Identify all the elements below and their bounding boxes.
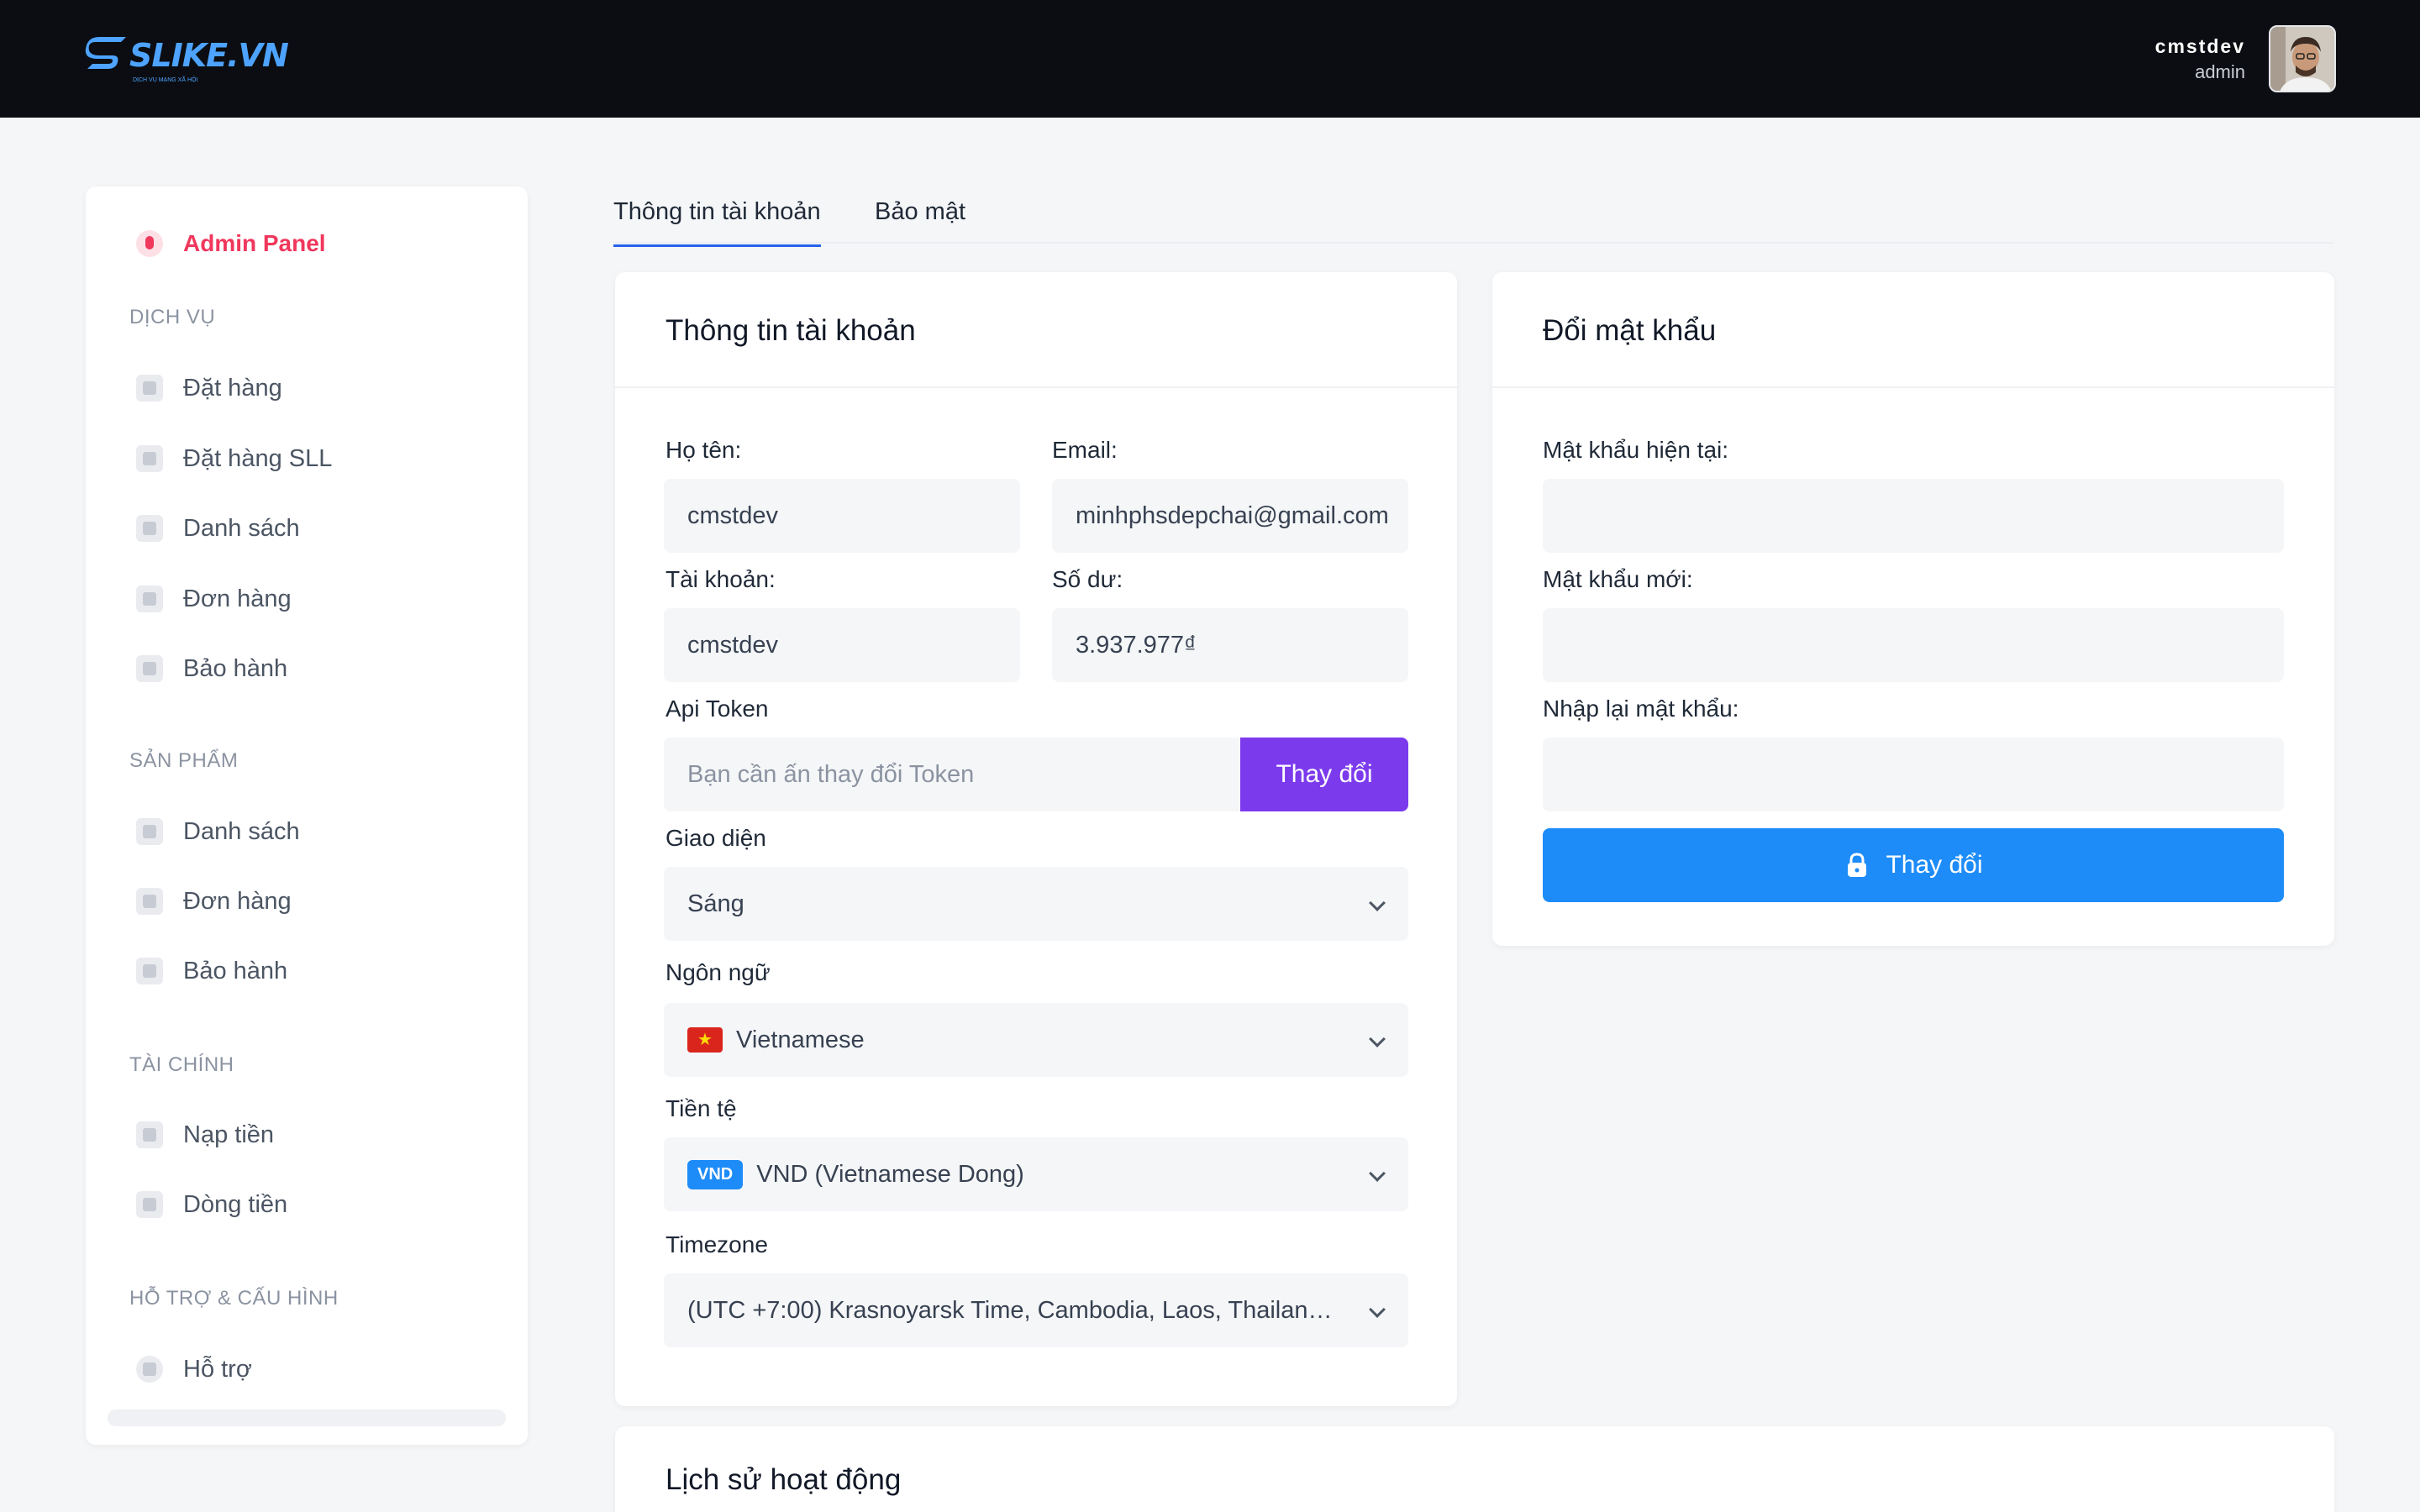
- sidebar-item-label: Nạp tiền: [183, 1121, 275, 1148]
- sidebar-item-label: Hỗ trợ: [183, 1355, 252, 1383]
- card-icon: [136, 1121, 163, 1148]
- currency-badge: VND: [687, 1159, 744, 1189]
- new-password-label: Mật khẩu mới:: [1543, 566, 1693, 592]
- change-token-button[interactable]: Thay đổi: [1240, 738, 1408, 811]
- language-value: Vietnamese: [736, 1026, 865, 1053]
- sidebar-section-title: TÀI CHÍNH: [129, 1053, 234, 1076]
- box-icon: [136, 818, 163, 845]
- lock-icon: [1848, 853, 1867, 877]
- sidebar-item-nap-tien[interactable]: Nạp tiền: [136, 1115, 274, 1155]
- user-role: admin: [2195, 60, 2245, 82]
- currency-label: Tiền tệ: [666, 1095, 737, 1121]
- cart-icon: [136, 375, 163, 402]
- confirm-password-label: Nhập lại mật khẩu:: [1543, 696, 1739, 722]
- avatar-image-icon: [2270, 27, 2334, 91]
- card-title: Lịch sử hoạt động: [666, 1463, 902, 1496]
- tab-account-info[interactable]: Thông tin tài khoản: [613, 198, 821, 247]
- sidebar-item-label: Đặt hàng SLL: [183, 444, 333, 472]
- timezone-label: Timezone: [666, 1231, 768, 1257]
- username-field[interactable]: cmstdev: [664, 608, 1020, 682]
- current-password-label: Mật khẩu hiện tại:: [1543, 437, 1729, 463]
- warranty-icon: [136, 655, 163, 682]
- sidebar-section-title: HỖ TRỢ & CẤU HÌNH: [129, 1287, 339, 1310]
- sidebar-item-label: Đặt hàng: [183, 374, 282, 402]
- sidebar-item-san-pham-don-hang[interactable]: Đơn hàng: [136, 881, 292, 921]
- theme-label: Giao diện: [666, 825, 766, 851]
- sidebar-item-label: Danh sách: [183, 514, 300, 542]
- warranty-icon: [136, 958, 163, 984]
- change-password-button[interactable]: Thay đổi: [1543, 828, 2284, 902]
- balance-field[interactable]: 3.937.977₫: [1052, 608, 1408, 682]
- account-tabs: Thông tin tài khoản Bảo mật: [613, 186, 2334, 247]
- sidebar-item-label: Bảo hành: [183, 654, 288, 682]
- sidebar-item-dat-hang[interactable]: Đặt hàng: [136, 368, 282, 408]
- theme-select[interactable]: Sáng: [664, 867, 1408, 941]
- sidebar-item-label: Đơn hàng: [183, 585, 292, 612]
- timezone-select[interactable]: (UTC +7:00) Krasnoyarsk Time, Cambodia, …: [664, 1273, 1408, 1347]
- timezone-value: (UTC +7:00) Krasnoyarsk Time, Cambodia, …: [687, 1296, 1385, 1324]
- sidebar-item-san-pham-bao-hanh[interactable]: Bảo hành: [136, 951, 287, 991]
- language-label: Ngôn ngữ: [666, 959, 771, 985]
- sidebar-item-ho-tro[interactable]: Hỗ trợ: [136, 1349, 252, 1389]
- fullname-label: Họ tên:: [666, 437, 742, 463]
- help-icon: [136, 1356, 163, 1383]
- account-info-card: Thông tin tài khoản Họ tên: Email: cmstd…: [615, 272, 1457, 1406]
- sidebar-item-label: Dòng tiền: [183, 1190, 288, 1218]
- change-password-button-label: Thay đổi: [1886, 851, 1983, 879]
- logo-text: SLIKE.VN: [129, 37, 289, 74]
- sidebar-item-bao-hanh[interactable]: Bảo hành: [136, 648, 287, 689]
- user-name: cmstdev: [2154, 34, 2245, 57]
- calculator-icon: [136, 1191, 163, 1218]
- logo-s-icon: [85, 37, 126, 69]
- language-select[interactable]: ★ Vietnamese: [664, 1003, 1408, 1077]
- avatar[interactable]: [2269, 25, 2336, 92]
- card-title: Đổi mật khẩu: [1492, 272, 2334, 388]
- sidebar: Admin Panel DỊCH VỤ Đặt hàng Đặt hàng SL…: [86, 186, 528, 1445]
- sidebar-item-dong-tien[interactable]: Dòng tiền: [136, 1184, 287, 1225]
- admin-icon: [136, 230, 163, 257]
- sidebar-section-title: DỊCH VỤ: [129, 306, 216, 328]
- theme-value: Sáng: [687, 890, 744, 917]
- card-title: Thông tin tài khoản: [615, 272, 1457, 388]
- email-field[interactable]: minhphsdepchai@gmail.com: [1052, 479, 1408, 553]
- activity-history-card: Lịch sử hoạt động: [615, 1426, 2334, 1512]
- sidebar-item-label: Bảo hành: [183, 957, 288, 984]
- basket-icon: [136, 445, 163, 472]
- sidebar-item-don-hang[interactable]: Đơn hàng: [136, 579, 292, 619]
- change-password-card: Đổi mật khẩu Mật khẩu hiện tại: Mật khẩu…: [1492, 272, 2334, 946]
- sidebar-section-title: SẢN PHẨM: [129, 749, 239, 772]
- sidebar-scrollbar[interactable]: [108, 1410, 506, 1426]
- user-menu[interactable]: cmstdev admin: [2155, 25, 2336, 92]
- sidebar-item-dat-hang-sll[interactable]: Đặt hàng SLL: [136, 438, 332, 479]
- orders-icon: [136, 888, 163, 915]
- new-password-input[interactable]: [1543, 608, 2284, 682]
- list-icon: [136, 515, 163, 542]
- username-label: Tài khoản:: [666, 566, 776, 592]
- logo-subtitle: DỊCH VỤ MẠNG XÃ HỘI: [133, 77, 198, 83]
- sidebar-item-label: Admin Panel: [183, 230, 326, 256]
- orders-icon: [136, 585, 163, 612]
- tab-security[interactable]: Bảo mật: [875, 198, 965, 244]
- sidebar-item-san-pham-danh-sach[interactable]: Danh sách: [136, 811, 300, 852]
- api-token-input[interactable]: Bạn cần ấn thay đổi Token: [664, 738, 1252, 811]
- currency-select[interactable]: VND VND (Vietnamese Dong): [664, 1137, 1408, 1211]
- sidebar-item-admin-panel[interactable]: Admin Panel: [136, 230, 326, 257]
- sidebar-item-danh-sach[interactable]: Danh sách: [136, 508, 300, 549]
- vietnam-flag-icon: ★: [687, 1027, 723, 1053]
- current-password-input[interactable]: [1543, 479, 2284, 553]
- fullname-field[interactable]: cmstdev: [664, 479, 1020, 553]
- balance-label: Số dư:: [1052, 566, 1123, 592]
- api-token-label: Api Token: [666, 696, 769, 722]
- top-bar: SLIKE.VN DỊCH VỤ MẠNG XÃ HỘI cmstdev adm…: [0, 0, 2420, 118]
- sidebar-item-label: Đơn hàng: [183, 887, 292, 915]
- sidebar-item-label: Danh sách: [183, 817, 300, 845]
- currency-value: VND (Vietnamese Dong): [756, 1160, 1024, 1188]
- confirm-password-input[interactable]: [1543, 738, 2284, 811]
- email-label: Email:: [1052, 437, 1118, 463]
- site-logo[interactable]: SLIKE.VN DỊCH VỤ MẠNG XÃ HỘI: [84, 37, 289, 83]
